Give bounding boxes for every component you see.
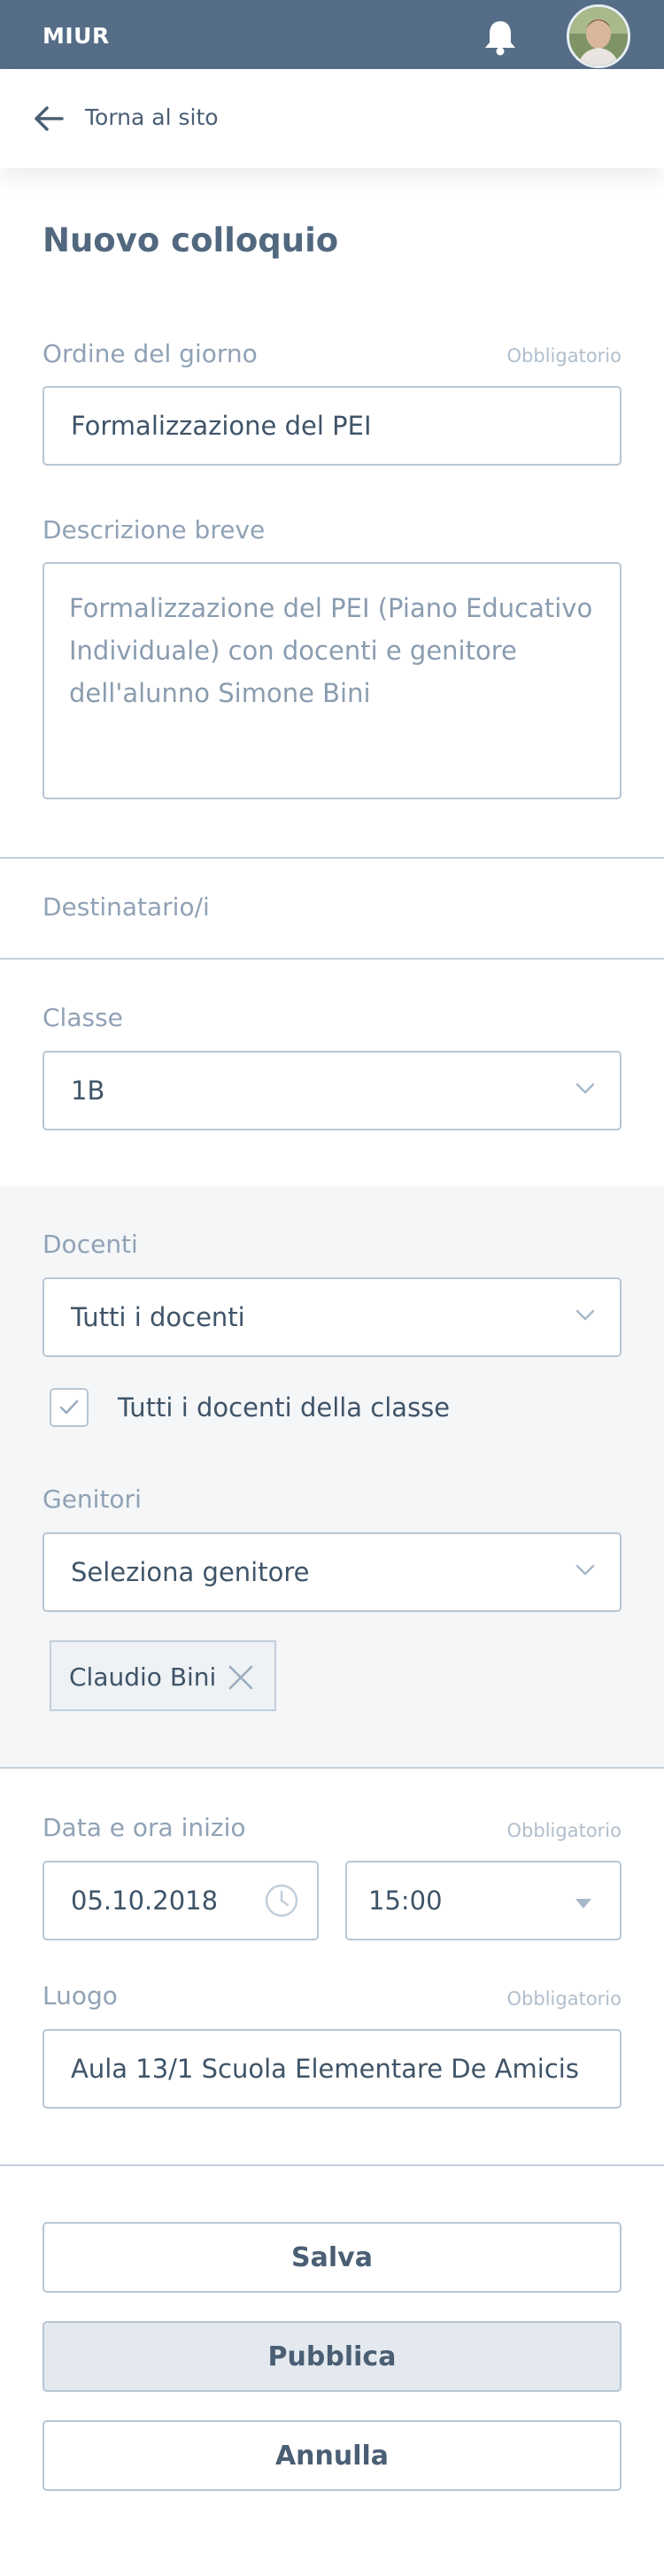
save-button[interactable]: Salva: [42, 2222, 622, 2293]
teachers-value: Tutti i docenti: [71, 1302, 245, 1332]
chevron-down-icon: [575, 1564, 595, 1576]
teachers-label: Docenti: [42, 1230, 138, 1259]
back-link[interactable]: Torna al sito: [85, 104, 219, 130]
all-class-teachers-checkbox[interactable]: [50, 1388, 89, 1427]
class-label: Classe: [42, 1003, 123, 1032]
caret-down-icon: [575, 1895, 591, 1909]
page-title: Nuovo colloquio: [42, 221, 339, 259]
parents-placeholder: Seleziona genitore: [71, 1557, 310, 1587]
parents-select[interactable]: Seleziona genitore: [42, 1532, 622, 1612]
arrow-left-icon[interactable]: [32, 104, 66, 133]
divider: [0, 1767, 664, 1769]
agenda-label: Ordine del giorno: [42, 339, 258, 368]
chevron-down-icon: [575, 1309, 595, 1321]
divider: [0, 958, 664, 960]
agenda-value: Formalizzazione del PEI: [71, 411, 372, 441]
place-required: Obbligatorio: [506, 1988, 622, 2009]
divider: [0, 857, 664, 859]
place-value: Aula 13/1 Scuola Elementare De Amicis: [71, 2054, 579, 2084]
cancel-button[interactable]: Annulla: [42, 2420, 622, 2491]
divider: [0, 2164, 664, 2166]
publish-button[interactable]: Pubblica: [42, 2321, 622, 2392]
class-select[interactable]: 1B: [42, 1051, 622, 1130]
chevron-down-icon: [575, 1083, 595, 1094]
check-icon: [59, 1400, 79, 1415]
top-bar: MIUR: [0, 0, 664, 69]
agenda-required: Obbligatorio: [506, 345, 622, 366]
recipients-heading: Destinatario/i: [42, 892, 210, 922]
all-class-teachers-label[interactable]: Tutti i docenti della classe: [118, 1392, 450, 1423]
teachers-select[interactable]: Tutti i docenti: [42, 1277, 622, 1357]
selected-parent-tag: Claudio Bini: [50, 1640, 276, 1711]
start-label: Data e ora inizio: [42, 1813, 246, 1842]
brand-logo: MIUR: [42, 23, 110, 49]
place-input[interactable]: Aula 13/1 Scuola Elementare De Amicis: [42, 2029, 622, 2109]
class-value: 1B: [71, 1076, 105, 1106]
description-label: Descrizione breve: [42, 515, 266, 544]
clock-icon[interactable]: [264, 1883, 299, 1918]
description-value: Formalizzazione del PEI (Piano Educativo…: [69, 593, 593, 708]
parents-label: Genitori: [42, 1485, 142, 1514]
tag-label: Claudio Bini: [69, 1662, 217, 1692]
user-avatar[interactable]: [567, 4, 630, 68]
description-textarea[interactable]: Formalizzazione del PEI (Piano Educativo…: [42, 562, 622, 799]
close-icon[interactable]: [225, 1662, 257, 1693]
start-required: Obbligatorio: [506, 1820, 622, 1841]
agenda-input[interactable]: Formalizzazione del PEI: [42, 386, 622, 466]
place-label: Luogo: [42, 1981, 118, 2010]
back-bar: Torna al sito: [0, 69, 664, 168]
date-value: 05.10.2018: [71, 1886, 219, 1916]
time-value: 15:00: [368, 1886, 443, 1916]
bell-icon[interactable]: [478, 16, 522, 60]
